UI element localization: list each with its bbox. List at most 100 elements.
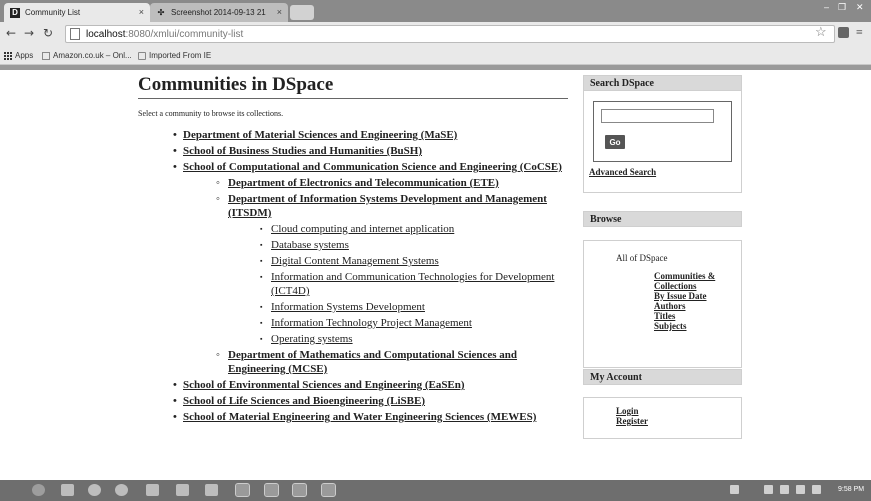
community-link[interactable]: School of Environmental Sciences and Eng… bbox=[183, 379, 465, 391]
image-viewer-icon[interactable] bbox=[292, 483, 307, 497]
app-icon[interactable] bbox=[146, 484, 159, 496]
back-icon[interactable]: ← bbox=[6, 26, 16, 40]
app-icon[interactable] bbox=[321, 483, 336, 497]
list-item: School of Material Engineering and Water… bbox=[138, 410, 568, 424]
search-heading: Search DSpace bbox=[583, 75, 742, 91]
tab-community-list[interactable]: D Community List × bbox=[4, 3, 150, 22]
sub-community-list: Department of Electronics and Telecommun… bbox=[183, 176, 568, 376]
sub-community-link[interactable]: Department of Information Systems Develo… bbox=[228, 193, 547, 219]
close-icon[interactable]: × bbox=[139, 7, 144, 17]
url-input[interactable]: localhost:8080/xmlui/community-list bbox=[65, 25, 835, 43]
browse-links: Communities & Collections By Issue Date … bbox=[654, 271, 726, 331]
browse-box: All of DSpace Communities & Collections … bbox=[583, 240, 742, 368]
media-player-icon[interactable] bbox=[88, 484, 101, 496]
account-panel: My Account Login Register bbox=[583, 369, 742, 439]
close-window-icon[interactable]: ✕ bbox=[856, 2, 864, 13]
tab-screenshot[interactable]: ✣ Screenshot 2014-09-13 21 × bbox=[150, 3, 288, 22]
search-box: Go Advanced Search bbox=[583, 91, 742, 193]
search-form: Go bbox=[593, 101, 732, 162]
ie-icon[interactable] bbox=[32, 484, 45, 496]
browse-panel: Browse All of DSpace Communities & Colle… bbox=[583, 211, 742, 368]
network-icon[interactable] bbox=[780, 485, 789, 494]
collection-link[interactable]: Cloud computing and internet application bbox=[271, 223, 454, 235]
bookmark-label: Amazon.co.uk – Onl... bbox=[53, 51, 132, 60]
browse-heading: Browse bbox=[583, 211, 742, 227]
volume-icon[interactable] bbox=[812, 485, 821, 494]
reload-icon[interactable]: ↻ bbox=[43, 26, 53, 40]
bookmark-imported-folder[interactable]: Imported From IE bbox=[138, 51, 211, 60]
collection-link[interactable]: Information Technology Project Managemen… bbox=[271, 317, 472, 329]
login-link[interactable]: Login bbox=[616, 406, 648, 416]
browse-titles-link[interactable]: Titles bbox=[654, 311, 726, 321]
search-input[interactable] bbox=[601, 109, 714, 123]
list-item: Department of Material Sciences and Engi… bbox=[138, 128, 568, 142]
forward-icon[interactable]: → bbox=[24, 26, 34, 40]
list-item: Information Systems Development bbox=[228, 300, 568, 314]
browse-subjects-link[interactable]: Subjects bbox=[654, 321, 726, 331]
list-item: Cloud computing and internet application bbox=[228, 222, 568, 236]
community-list: Department of Material Sciences and Engi… bbox=[138, 128, 568, 424]
community-link[interactable]: School of Business Studies and Humanitie… bbox=[183, 145, 422, 157]
keyboard-icon[interactable] bbox=[730, 485, 739, 494]
restore-icon[interactable]: ❐ bbox=[838, 2, 846, 13]
bookmarks-bar: Apps Amazon.co.uk – Onl... Imported From… bbox=[0, 48, 871, 65]
intro-text: Select a community to browse its collect… bbox=[138, 109, 284, 118]
flag-icon[interactable] bbox=[764, 485, 773, 494]
bookmark-label: Apps bbox=[15, 51, 34, 60]
go-button[interactable]: Go bbox=[605, 135, 625, 149]
tab-title: Screenshot 2014-09-13 21 bbox=[171, 8, 266, 17]
app-icon[interactable] bbox=[176, 484, 189, 496]
bookmark-apps[interactable]: Apps bbox=[4, 51, 33, 60]
apps-grid-icon bbox=[4, 51, 12, 60]
app-icon[interactable] bbox=[205, 484, 218, 496]
new-tab-button[interactable] bbox=[290, 5, 314, 20]
extension-icon[interactable] bbox=[838, 27, 849, 38]
account-links: Login Register bbox=[616, 406, 648, 426]
menu-icon[interactable]: ≡ bbox=[856, 25, 863, 40]
community-link[interactable]: School of Material Engineering and Water… bbox=[183, 411, 536, 423]
app-icon[interactable] bbox=[115, 484, 128, 496]
bookmark-star-icon[interactable]: ☆ bbox=[815, 24, 827, 40]
bookmark-amazon[interactable]: Amazon.co.uk – Onl... bbox=[42, 51, 132, 60]
browse-authors-link[interactable]: Authors bbox=[654, 301, 726, 311]
app-icon[interactable] bbox=[264, 483, 279, 497]
account-heading: My Account bbox=[583, 369, 742, 385]
clock[interactable]: 9:58 PM bbox=[838, 486, 864, 493]
page-title: Communities in DSpace bbox=[138, 74, 568, 99]
community-link[interactable]: School of Life Sciences and Bioengineeri… bbox=[183, 395, 425, 407]
page-icon bbox=[42, 51, 50, 60]
list-item: Department of Mathematics and Computatio… bbox=[183, 348, 568, 376]
advanced-search-link[interactable]: Advanced Search bbox=[589, 167, 656, 177]
collection-link[interactable]: Information Systems Development bbox=[271, 301, 425, 313]
minimize-icon[interactable]: – bbox=[824, 2, 829, 12]
list-item: School of Computational and Communicatio… bbox=[138, 160, 568, 376]
browse-all-label: All of DSpace bbox=[616, 253, 668, 263]
collection-link[interactable]: Digital Content Management Systems bbox=[271, 255, 439, 267]
sub-community-link[interactable]: Department of Electronics and Telecommun… bbox=[228, 177, 499, 189]
battery-icon[interactable] bbox=[796, 485, 805, 494]
collection-link[interactable]: Information and Communication Technologi… bbox=[271, 271, 554, 297]
sub-community-link[interactable]: Department of Mathematics and Computatio… bbox=[228, 349, 517, 375]
address-bar-row: ← → ↻ localhost:8080/xmlui/community-lis… bbox=[0, 22, 871, 48]
account-box: Login Register bbox=[583, 397, 742, 439]
explorer-icon[interactable] bbox=[61, 484, 74, 496]
page-header-strip bbox=[0, 65, 871, 70]
list-item: School of Life Sciences and Bioengineeri… bbox=[138, 394, 568, 408]
folder-icon bbox=[138, 51, 146, 60]
close-icon[interactable]: × bbox=[277, 7, 282, 17]
browse-date-link[interactable]: By Issue Date bbox=[654, 291, 726, 301]
register-link[interactable]: Register bbox=[616, 416, 648, 426]
taskbar: 9:58 PM bbox=[0, 480, 871, 501]
collection-link[interactable]: Database systems bbox=[271, 239, 349, 251]
list-item: School of Business Studies and Humanitie… bbox=[138, 144, 568, 158]
search-panel: Search DSpace Go Advanced Search bbox=[583, 75, 742, 193]
chrome-icon[interactable] bbox=[235, 483, 250, 497]
browse-communities-link[interactable]: Communities & Collections bbox=[654, 271, 726, 291]
collection-link[interactable]: Operating systems bbox=[271, 333, 353, 345]
url-host: localhost bbox=[86, 28, 126, 40]
community-link[interactable]: Department of Material Sciences and Engi… bbox=[183, 129, 457, 141]
community-link[interactable]: School of Computational and Communicatio… bbox=[183, 161, 562, 173]
tab-strip: D Community List × ✣ Screenshot 2014-09-… bbox=[0, 0, 871, 22]
url-path: :8080/xmlui/community-list bbox=[125, 28, 244, 40]
list-item: Database systems bbox=[228, 238, 568, 252]
